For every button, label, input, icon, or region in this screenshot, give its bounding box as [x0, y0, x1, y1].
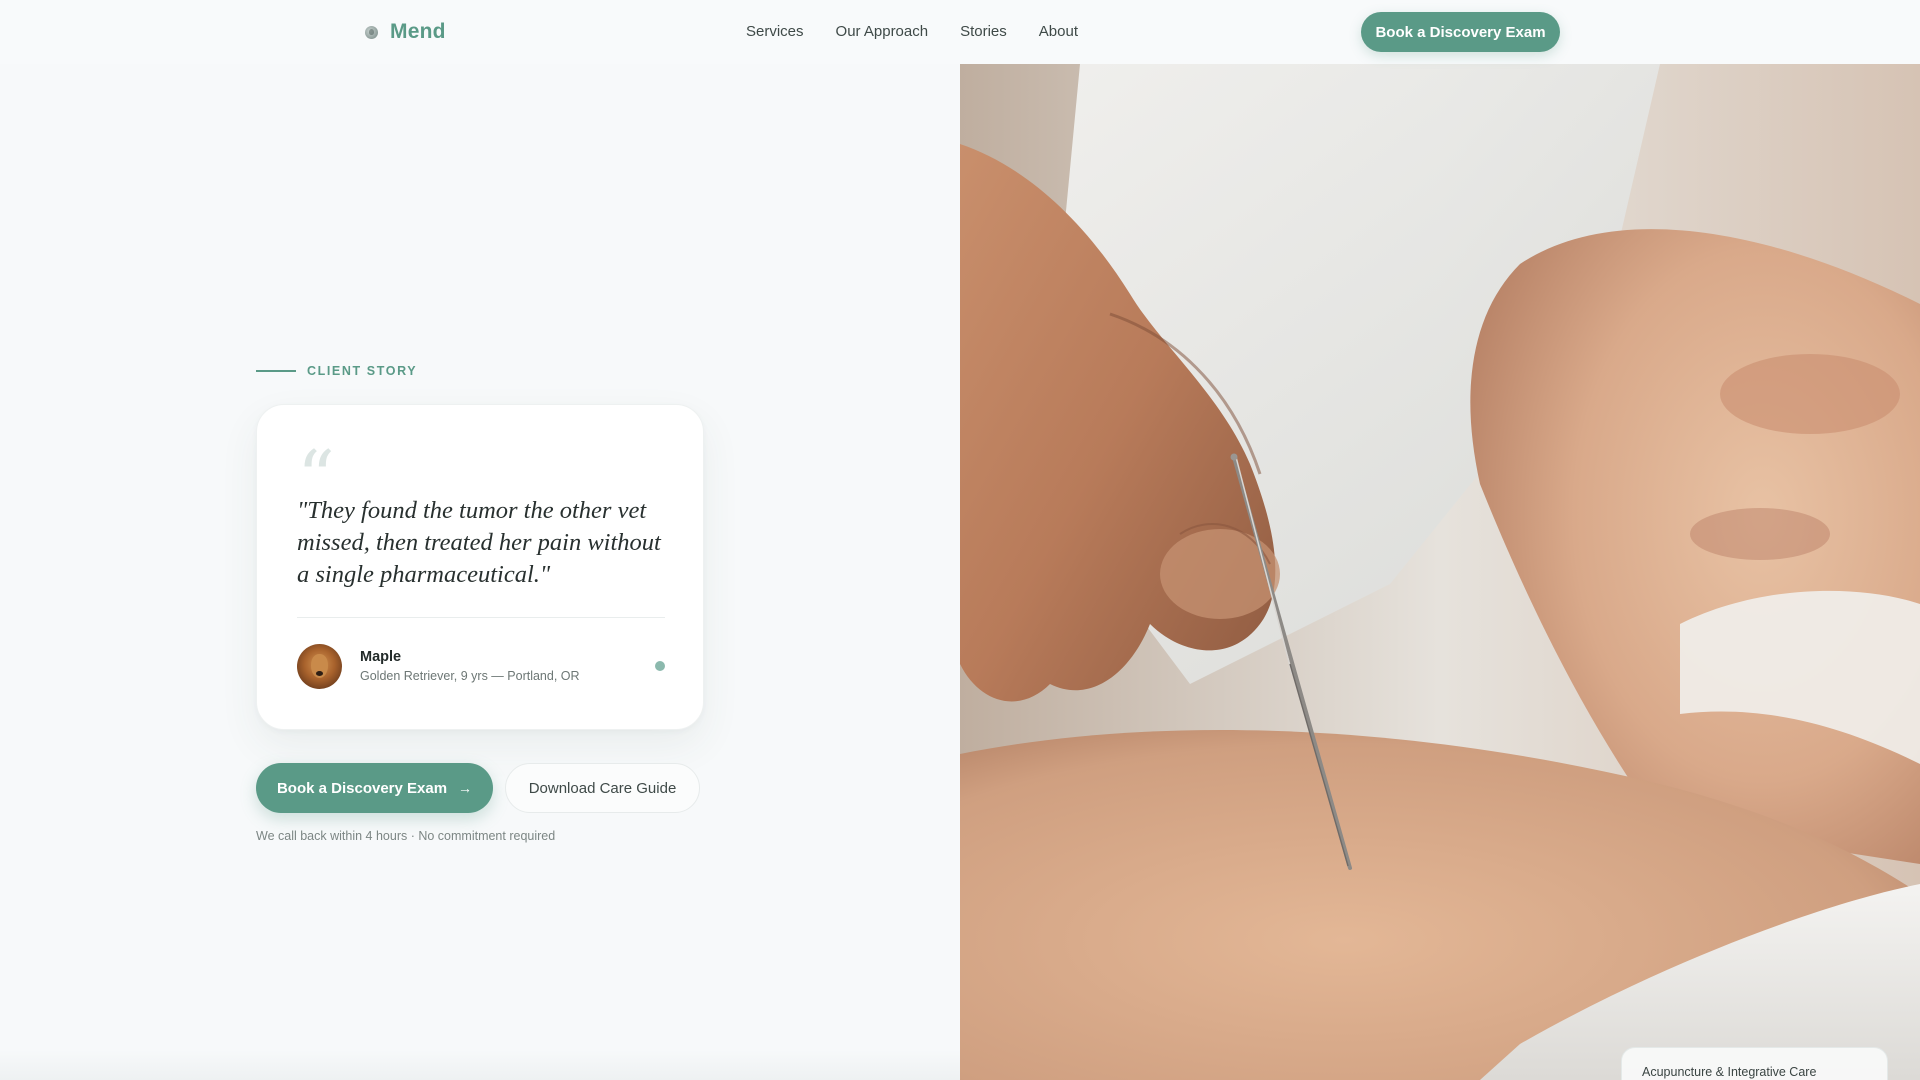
author-meta: Golden Retriever, 9 yrs — Portland, OR	[360, 669, 580, 683]
author-name: Maple	[360, 649, 402, 665]
hero-badge-label: Acupuncture & Integrative Care	[1642, 1065, 1817, 1079]
hero-badge: Acupuncture & Integrative Care	[1621, 1047, 1888, 1080]
testimonial-card: “ "They found the tumor the other vet mi…	[256, 404, 704, 730]
brand-name: Mend	[390, 20, 446, 43]
reassurance-text: We call back within 4 hours · No commitm…	[256, 829, 556, 843]
paw-leaf-logo-icon	[365, 25, 378, 39]
download-care-guide-button[interactable]: Download Care Guide	[505, 763, 700, 813]
dog-avatar	[297, 643, 342, 689]
hero-actions: Book a Discovery Exam → Download Care Gu…	[256, 763, 700, 813]
site-header: Mend Services Our Approach Stories About…	[0, 0, 1920, 64]
eyebrow-label: CLIENT STORY	[307, 364, 418, 378]
bottom-fade	[0, 1050, 960, 1080]
arrow-right-icon: →	[458, 780, 473, 796]
section-eyebrow: CLIENT STORY	[256, 364, 417, 378]
author-info: Maple Golden Retriever, 9 yrs — Portland…	[360, 649, 580, 683]
testimonial-author: Maple Golden Retriever, 9 yrs — Portland…	[297, 643, 665, 689]
hero-image: Acupuncture & Integrative Care	[960, 64, 1920, 1080]
nav-link-about[interactable]: About	[1039, 23, 1078, 40]
testimonial-quote: "They found the tumor the other vet miss…	[297, 497, 661, 588]
quote-mark-icon: “	[297, 441, 335, 493]
main-nav: Services Our Approach Stories About	[746, 23, 1078, 40]
book-exam-button[interactable]: Book a Discovery Exam →	[256, 763, 493, 813]
card-divider	[297, 617, 665, 618]
nav-link-our-approach[interactable]: Our Approach	[836, 23, 929, 40]
book-exam-label: Book a Discovery Exam	[276, 779, 448, 797]
eyebrow-divider-line	[256, 370, 296, 372]
header-book-exam-button[interactable]: Book a Discovery Exam	[1361, 12, 1560, 52]
status-dot-icon	[655, 661, 665, 671]
acupuncture-illustration	[960, 64, 1920, 1080]
nav-link-stories[interactable]: Stories	[960, 23, 1007, 40]
brand[interactable]: Mend	[365, 20, 446, 44]
nav-link-services[interactable]: Services	[746, 23, 804, 40]
